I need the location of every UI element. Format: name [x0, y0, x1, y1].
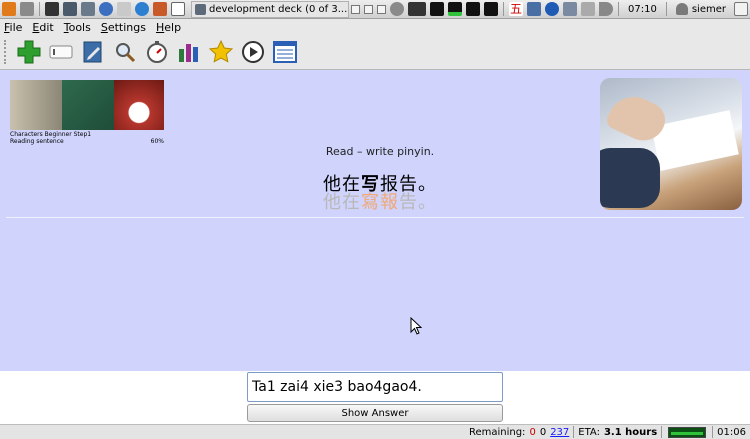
replay-button[interactable] [238, 37, 268, 67]
menu-tools[interactable]: Tools [64, 21, 91, 34]
deck-label: Characters Beginner Step1 Reading senten… [10, 131, 164, 145]
disk-meter-icon[interactable] [484, 2, 499, 16]
timer-button[interactable] [142, 37, 172, 67]
search-button[interactable] [110, 37, 140, 67]
photo-sleeve [600, 148, 660, 208]
network-meter-icon[interactable] [466, 2, 481, 16]
browse-button[interactable] [270, 37, 300, 67]
shutdown-icon[interactable] [734, 2, 748, 16]
session-time: 01:06 [717, 426, 746, 438]
memory-meter-icon[interactable] [448, 2, 463, 16]
image-viewer-icon[interactable] [63, 2, 77, 16]
remaining-label: Remaining: [468, 426, 526, 438]
list-icon [273, 41, 297, 63]
system-monitor-icon[interactable] [408, 2, 427, 16]
trad-part-3: 告。 [399, 192, 437, 213]
globe-icon[interactable] [135, 2, 149, 16]
apps-icon[interactable] [153, 2, 167, 16]
deck-subtitle: Reading sentence [10, 138, 64, 145]
trad-part-1: 他在 [323, 192, 361, 213]
window-icon[interactable] [171, 2, 185, 16]
timer-icon [147, 41, 167, 63]
answer-area: Show Answer [0, 371, 750, 424]
desktop-panel: development deck (0 of 3... 五 07:10 siem… [0, 0, 750, 19]
menu-bar: File Edit Tools Settings Help [0, 19, 750, 35]
bluetooth-icon[interactable] [545, 2, 560, 16]
star-icon [208, 39, 234, 63]
card-layout-button[interactable] [46, 37, 76, 67]
play-icon [242, 41, 264, 63]
cpu-meter-icon[interactable] [430, 2, 445, 16]
deck-name: Characters Beginner Step1 [10, 131, 92, 138]
taskbar-window-button[interactable]: development deck (0 of 3... [191, 0, 350, 18]
progress-bar [668, 426, 707, 438]
input-method-icon[interactable]: 五 [509, 2, 524, 16]
menu-settings[interactable]: Settings [101, 21, 146, 34]
network-icon[interactable] [563, 2, 578, 16]
edit-icon [83, 41, 102, 63]
status-bar: Remaining: 0 0 237 ETA: 3.1 hours 01:06 [0, 424, 750, 439]
panel-separator [39, 2, 40, 16]
eta-label: ETA: [578, 426, 600, 438]
card-divider [6, 217, 744, 218]
close-window-button[interactable] [377, 4, 387, 14]
deck-image-calligraphy [10, 80, 62, 130]
panel-separator [503, 2, 505, 16]
deck-subtitle-row: Reading sentence 60% [10, 138, 164, 145]
panel-clock[interactable]: 07:10 [628, 4, 657, 15]
deck-image [10, 80, 164, 130]
menu-edit[interactable]: Edit [32, 21, 53, 34]
trad-part-2: 寫報 [361, 192, 399, 213]
edit-button[interactable] [78, 37, 108, 67]
remaining-new-count: 0 [529, 426, 536, 438]
user-icon [675, 3, 688, 15]
places-icon[interactable] [20, 2, 34, 16]
keyboard-icon[interactable] [527, 2, 542, 16]
stats-icon [179, 44, 198, 62]
app-menu-icon[interactable] [2, 2, 16, 16]
status-separator [661, 426, 663, 438]
answer-input[interactable] [247, 372, 503, 402]
card-question: Read – write pinyin. [325, 145, 435, 158]
mark-button[interactable] [206, 37, 236, 67]
monitor-icon[interactable] [81, 2, 95, 16]
anki-window-icon [195, 3, 206, 15]
card-icon [49, 45, 73, 59]
browser-icon[interactable] [99, 2, 113, 16]
menu-file[interactable]: File [4, 21, 22, 34]
mouse-cursor-icon [410, 317, 422, 335]
toolbar [0, 35, 750, 70]
panel-separator [618, 2, 620, 16]
card-view: Characters Beginner Step1 Reading senten… [0, 70, 750, 371]
toolbar-handle[interactable] [4, 40, 8, 64]
deck-image-blackboard [62, 80, 114, 130]
eta-value: 3.1 hours [603, 426, 658, 438]
deck-percent: 60% [150, 138, 164, 145]
battery-icon[interactable] [581, 2, 596, 16]
pen-icon[interactable] [117, 2, 131, 16]
deck-image-gate [114, 80, 164, 130]
minimize-button[interactable] [351, 4, 361, 14]
card-photo [600, 78, 742, 210]
menu-help[interactable]: Help [156, 21, 181, 34]
status-separator [573, 426, 575, 438]
show-answer-button[interactable]: Show Answer [247, 404, 503, 422]
terminal-icon[interactable] [45, 2, 59, 16]
maximize-button[interactable] [364, 4, 374, 14]
taskbar-window-title: development deck (0 of 3... [209, 3, 348, 15]
user-switcher[interactable]: siemer [675, 3, 726, 15]
search-icon [116, 43, 136, 63]
add-button[interactable] [14, 37, 44, 67]
status-separator [712, 426, 714, 438]
settings-gear-icon[interactable] [390, 2, 405, 16]
remaining-rev-count: 0 [539, 426, 547, 438]
remaining-total-count[interactable]: 237 [550, 427, 569, 438]
volume-icon[interactable] [599, 2, 614, 16]
panel-separator [665, 2, 667, 16]
statistics-button[interactable] [174, 37, 204, 67]
user-name: siemer [691, 3, 726, 15]
add-icon [17, 40, 41, 64]
card-traditional-characters: 他在寫報告。 [220, 188, 540, 214]
